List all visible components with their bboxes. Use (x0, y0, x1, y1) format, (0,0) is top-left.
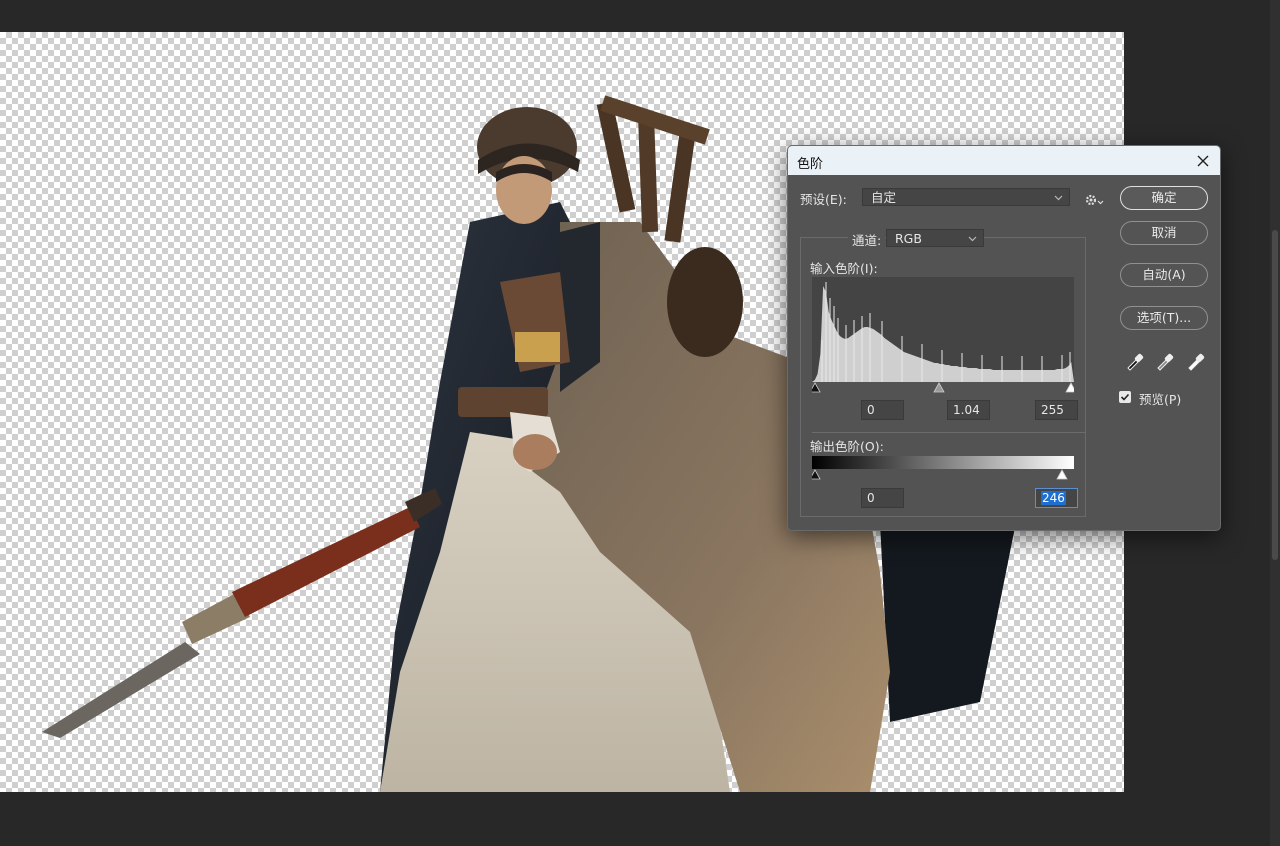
input-gamma-field[interactable]: 1.04 (947, 400, 990, 420)
input-gamma-value: 1.04 (953, 403, 980, 417)
channel-value: RGB (895, 231, 922, 246)
close-button[interactable] (1190, 148, 1216, 174)
black-eyedropper-icon[interactable] (1124, 350, 1146, 372)
output-white-value: 246 (1041, 491, 1066, 505)
cancel-button[interactable]: 取消 (1120, 221, 1208, 245)
output-levels-slider[interactable] (812, 469, 1074, 481)
input-gamma-slider-handle[interactable] (933, 382, 945, 393)
output-black-value: 0 (867, 491, 875, 505)
output-white-field[interactable]: 246 (1035, 488, 1078, 508)
separator (812, 432, 1086, 433)
output-white-slider-handle[interactable] (1056, 469, 1068, 480)
input-black-field[interactable]: 0 (861, 400, 904, 420)
preview-label: 预览(P) (1139, 392, 1182, 407)
input-white-value: 255 (1041, 403, 1064, 417)
output-black-field[interactable]: 0 (861, 488, 904, 508)
auto-button[interactable]: 自动(A) (1120, 263, 1208, 287)
preview-checkbox[interactable] (1119, 391, 1131, 403)
preset-dropdown[interactable]: 自定 (862, 188, 1070, 206)
ok-button[interactable]: 确定 (1120, 186, 1208, 210)
input-black-value: 0 (867, 403, 875, 417)
preset-value: 自定 (871, 190, 897, 205)
input-levels-slider[interactable] (812, 382, 1074, 394)
output-levels-label: 输出色阶(O): (810, 439, 884, 454)
levels-dialog: 色阶 预设(E): 自定 确定 取消 自动(A) 选项(T)... 预览(P) … (787, 145, 1221, 531)
histogram (812, 277, 1074, 382)
chevron-down-icon (1054, 195, 1063, 201)
gear-icon[interactable] (1084, 192, 1106, 208)
output-black-slider-handle[interactable] (812, 469, 821, 480)
gray-eyedropper-icon[interactable] (1154, 350, 1176, 372)
close-icon (1197, 155, 1209, 167)
channel-dropdown[interactable]: RGB (886, 229, 984, 247)
chevron-down-icon (968, 236, 977, 242)
input-black-slider-handle[interactable] (812, 382, 821, 393)
vertical-scrollbar[interactable] (1270, 0, 1280, 846)
preset-label: 预设(E): (800, 192, 847, 207)
options-button[interactable]: 选项(T)... (1120, 306, 1208, 330)
output-gradient-bar (812, 456, 1074, 469)
histogram-area (812, 286, 1074, 382)
checkmark-icon (1120, 393, 1130, 401)
scrollbar-thumb[interactable] (1272, 230, 1278, 560)
input-white-slider-handle[interactable] (1065, 382, 1074, 393)
input-white-field[interactable]: 255 (1035, 400, 1078, 420)
dialog-titlebar[interactable]: 色阶 (788, 146, 1220, 175)
input-levels-label: 输入色阶(I): (810, 261, 878, 276)
channel-label: 通道: (848, 230, 886, 249)
white-eyedropper-icon[interactable] (1185, 350, 1207, 372)
dialog-title: 色阶 (797, 157, 824, 172)
